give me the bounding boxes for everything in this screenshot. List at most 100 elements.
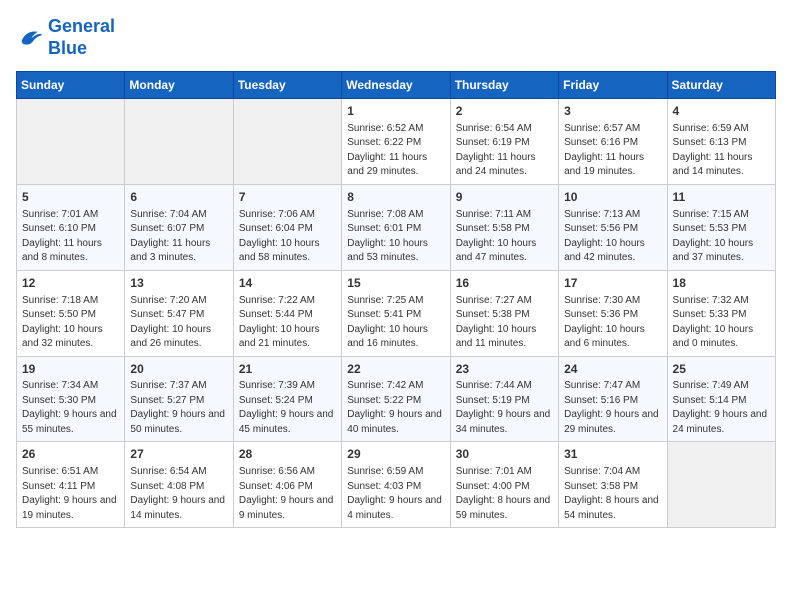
calendar-cell: 10Sunrise: 7:13 AMSunset: 5:56 PMDayligh…	[559, 184, 667, 270]
calendar-cell: 5 Sunrise: 7:01 AMSunset: 6:10 PMDaylight…	[17, 184, 125, 270]
day-info: Sunrise: 7:49 AMSunset: 5:14 PMDaylight:…	[673, 379, 770, 437]
calendar-cell: 1Sunrise: 6:52 AMSunset: 6:22 PMDaylight…	[342, 99, 450, 185]
calendar-cell	[125, 99, 233, 185]
day-info: Sunrise: 7:44 AMSunset: 5:19 PMDaylight:…	[456, 379, 553, 437]
calendar-cell: 21Sunrise: 7:39 AMSunset: 5:24 PMDayligh…	[233, 356, 341, 442]
calendar-cell: 12 Sunrise: 7:18 AMSunset: 5:50 PMDayligh…	[17, 270, 125, 356]
day-number: 16	[456, 275, 553, 292]
weekday-header-saturday: Saturday	[667, 72, 775, 99]
calendar-cell: 8 Sunrise: 7:08 AMSunset: 6:01 PMDaylight…	[342, 184, 450, 270]
day-number: 23	[456, 361, 553, 378]
calendar-cell: 6 Sunrise: 7:04 AMSunset: 6:07 PMDaylight…	[125, 184, 233, 270]
day-number: 24	[564, 361, 661, 378]
calendar-cell: 4Sunrise: 6:59 AMSunset: 6:13 PMDaylight…	[667, 99, 775, 185]
logo-bird-icon	[16, 24, 44, 52]
day-info: Sunrise: 7:04 AMSunset: 3:58 PMDaylight:…	[564, 465, 661, 523]
day-number: 27	[130, 446, 227, 463]
calendar-cell: 16Sunrise: 7:27 AMSunset: 5:38 PMDayligh…	[450, 270, 558, 356]
day-info: Sunrise: 7:01 AMSunset: 6:10 PMDaylight:…	[22, 208, 119, 266]
day-number: 18	[673, 275, 770, 292]
weekday-header-wednesday: Wednesday	[342, 72, 450, 99]
calendar-cell: 19Sunrise: 7:34 AMSunset: 5:30 PMDayligh…	[17, 356, 125, 442]
day-info: Sunrise: 6:51 AMSunset: 4:11 PMDaylight:…	[22, 465, 119, 523]
day-info: Sunrise: 7:01 AMSunset: 4:00 PMDaylight:…	[456, 465, 553, 523]
calendar-cell: 20Sunrise: 7:37 AMSunset: 5:27 PMDayligh…	[125, 356, 233, 442]
day-number: 26	[22, 446, 119, 463]
day-number: 28	[239, 446, 336, 463]
day-info: Sunrise: 7:18 AMSunset: 5:50 PMDaylight:…	[22, 294, 119, 352]
calendar-cell: 2 Sunrise: 6:54 AMSunset: 6:19 PMDaylight…	[450, 99, 558, 185]
calendar-cell: 30 Sunrise: 7:01 AMSunset: 4:00 PMDayligh…	[450, 442, 558, 528]
day-number: 12	[22, 275, 119, 292]
day-number: 21	[239, 361, 336, 378]
day-info: Sunrise: 7:15 AMSunset: 5:53 PMDaylight:…	[673, 208, 770, 266]
calendar-cell: 13 Sunrise: 7:20 AMSunset: 5:47 PMDayligh…	[125, 270, 233, 356]
day-info: Sunrise: 7:25 AMSunset: 5:41 PMDaylight:…	[347, 294, 444, 352]
calendar-cell: 29 Sunrise: 6:59 AMSunset: 4:03 PMDayligh…	[342, 442, 450, 528]
day-info: Sunrise: 6:54 AMSunset: 6:19 PMDaylight:…	[456, 122, 553, 180]
day-info: Sunrise: 7:30 AMSunset: 5:36 PMDaylight:…	[564, 294, 661, 352]
day-number: 1	[347, 103, 444, 120]
day-number: 25	[673, 361, 770, 378]
day-number: 15	[347, 275, 444, 292]
calendar-cell	[667, 442, 775, 528]
calendar-cell: 15 Sunrise: 7:25 AMSunset: 5:41 PMDayligh…	[342, 270, 450, 356]
day-info: Sunrise: 7:34 AMSunset: 5:30 PMDaylight:…	[22, 379, 119, 437]
calendar-week-2: 5 Sunrise: 7:01 AMSunset: 6:10 PMDaylight…	[17, 184, 776, 270]
logo-text: General Blue	[48, 16, 115, 59]
calendar-cell: 7 Sunrise: 7:06 AMSunset: 6:04 PMDaylight…	[233, 184, 341, 270]
calendar-week-1: 1Sunrise: 6:52 AMSunset: 6:22 PMDaylight…	[17, 99, 776, 185]
calendar-cell: 24Sunrise: 7:47 AMSunset: 5:16 PMDayligh…	[559, 356, 667, 442]
day-number: 11	[673, 189, 770, 206]
day-info: Sunrise: 7:37 AMSunset: 5:27 PMDaylight:…	[130, 379, 227, 437]
day-number: 9	[456, 189, 553, 206]
day-info: Sunrise: 7:20 AMSunset: 5:47 PMDaylight:…	[130, 294, 227, 352]
day-number: 20	[130, 361, 227, 378]
day-info: Sunrise: 6:57 AMSunset: 6:16 PMDaylight:…	[564, 122, 661, 180]
day-number: 29	[347, 446, 444, 463]
day-number: 2	[456, 103, 553, 120]
day-number: 14	[239, 275, 336, 292]
calendar-cell: 9 Sunrise: 7:11 AMSunset: 5:58 PMDaylight…	[450, 184, 558, 270]
day-number: 6	[130, 189, 227, 206]
page-header: General Blue	[16, 16, 776, 59]
day-info: Sunrise: 7:04 AMSunset: 6:07 PMDaylight:…	[130, 208, 227, 266]
day-number: 8	[347, 189, 444, 206]
day-info: Sunrise: 6:59 AMSunset: 4:03 PMDaylight:…	[347, 465, 444, 523]
calendar-cell: 31 Sunrise: 7:04 AMSunset: 3:58 PMDayligh…	[559, 442, 667, 528]
calendar-cell: 23Sunrise: 7:44 AMSunset: 5:19 PMDayligh…	[450, 356, 558, 442]
day-info: Sunrise: 6:54 AMSunset: 4:08 PMDaylight:…	[130, 465, 227, 523]
calendar-cell: 17Sunrise: 7:30 AMSunset: 5:36 PMDayligh…	[559, 270, 667, 356]
calendar-cell: 22Sunrise: 7:42 AMSunset: 5:22 PMDayligh…	[342, 356, 450, 442]
day-number: 10	[564, 189, 661, 206]
day-number: 7	[239, 189, 336, 206]
day-info: Sunrise: 7:11 AMSunset: 5:58 PMDaylight:…	[456, 208, 553, 266]
weekday-header-thursday: Thursday	[450, 72, 558, 99]
calendar-week-4: 19Sunrise: 7:34 AMSunset: 5:30 PMDayligh…	[17, 356, 776, 442]
calendar-cell: 28Sunrise: 6:56 AMSunset: 4:06 PMDayligh…	[233, 442, 341, 528]
day-number: 31	[564, 446, 661, 463]
calendar-cell: 11 Sunrise: 7:15 AMSunset: 5:53 PMDayligh…	[667, 184, 775, 270]
calendar-cell: 26 Sunrise: 6:51 AMSunset: 4:11 PMDayligh…	[17, 442, 125, 528]
day-info: Sunrise: 7:06 AMSunset: 6:04 PMDaylight:…	[239, 208, 336, 266]
weekday-header-monday: Monday	[125, 72, 233, 99]
calendar-cell	[17, 99, 125, 185]
calendar-cell: 14 Sunrise: 7:22 AMSunset: 5:44 PMDayligh…	[233, 270, 341, 356]
calendar-cell: 27 Sunrise: 6:54 AMSunset: 4:08 PMDayligh…	[125, 442, 233, 528]
weekday-header-sunday: Sunday	[17, 72, 125, 99]
calendar-week-5: 26 Sunrise: 6:51 AMSunset: 4:11 PMDayligh…	[17, 442, 776, 528]
day-info: Sunrise: 6:59 AMSunset: 6:13 PMDaylight:…	[673, 122, 770, 180]
day-info: Sunrise: 7:47 AMSunset: 5:16 PMDaylight:…	[564, 379, 661, 437]
day-info: Sunrise: 7:08 AMSunset: 6:01 PMDaylight:…	[347, 208, 444, 266]
day-info: Sunrise: 7:22 AMSunset: 5:44 PMDaylight:…	[239, 294, 336, 352]
calendar-cell: 25Sunrise: 7:49 AMSunset: 5:14 PMDayligh…	[667, 356, 775, 442]
day-number: 5	[22, 189, 119, 206]
day-number: 13	[130, 275, 227, 292]
day-number: 30	[456, 446, 553, 463]
calendar-cell	[233, 99, 341, 185]
day-info: Sunrise: 7:39 AMSunset: 5:24 PMDaylight:…	[239, 379, 336, 437]
day-info: Sunrise: 7:42 AMSunset: 5:22 PMDaylight:…	[347, 379, 444, 437]
weekday-header-friday: Friday	[559, 72, 667, 99]
calendar-cell: 3Sunrise: 6:57 AMSunset: 6:16 PMDaylight…	[559, 99, 667, 185]
calendar-table: SundayMondayTuesdayWednesdayThursdayFrid…	[16, 71, 776, 528]
